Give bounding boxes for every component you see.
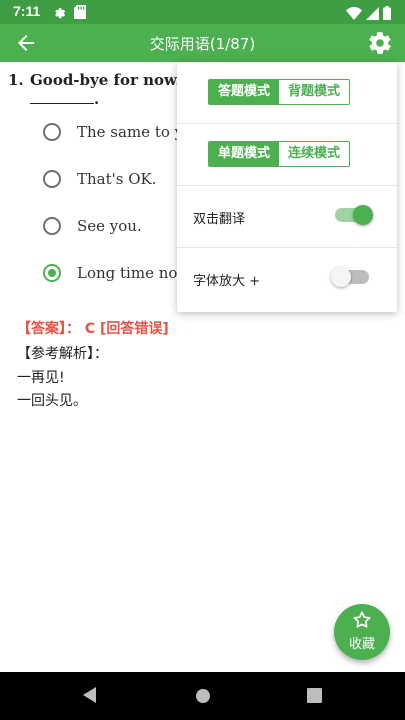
gear-icon bbox=[52, 4, 66, 23]
nav-home-button[interactable] bbox=[195, 688, 211, 708]
single-question-button[interactable]: 单题模式 bbox=[209, 142, 279, 166]
favorite-label: 收藏 bbox=[348, 637, 375, 652]
status-bar: 7:11 bbox=[0, 0, 405, 24]
font-enlarge-label: 字体放大 + bbox=[193, 274, 261, 289]
option-d[interactable]: Long time no bbox=[43, 260, 177, 286]
settings-button[interactable] bbox=[367, 30, 393, 56]
question-flow-toggle: 单题模式 连续模式 bbox=[208, 141, 350, 167]
answer-result: 【答案】： C [回答错误] bbox=[17, 321, 169, 337]
app-bar: 交际用语(1/87) bbox=[0, 24, 405, 62]
question-blank: . bbox=[30, 90, 99, 108]
battery-icon bbox=[383, 5, 391, 24]
double-tap-translate-row[interactable]: 双击翻译 bbox=[177, 186, 397, 248]
continuous-mode-button[interactable]: 连续模式 bbox=[279, 142, 349, 166]
option-label: See you. bbox=[77, 217, 142, 235]
favorite-button[interactable]: 收藏 bbox=[334, 604, 390, 660]
option-b[interactable]: That's OK. bbox=[43, 166, 157, 192]
wifi-icon bbox=[346, 5, 362, 24]
recite-mode-button[interactable]: 背题模式 bbox=[279, 80, 349, 104]
status-time: 7:11 bbox=[13, 3, 41, 19]
radio-button[interactable] bbox=[43, 170, 61, 188]
option-label: That's OK. bbox=[77, 170, 157, 188]
question-stem: Good-bye for now. bbox=[30, 71, 181, 89]
analysis-line: 一再见! bbox=[17, 370, 65, 386]
settings-menu: 答题模式 背题模式 单题模式 连续模式 双击翻译 字体放大 + bbox=[177, 62, 397, 312]
circle-home-icon bbox=[196, 689, 210, 703]
sd-card-icon bbox=[74, 4, 86, 23]
signal-icon bbox=[366, 5, 379, 24]
double-tap-translate-switch[interactable] bbox=[335, 205, 373, 225]
answer-mode-button[interactable]: 答题模式 bbox=[209, 80, 279, 104]
font-enlarge-switch[interactable] bbox=[331, 267, 369, 287]
triangle-back-icon bbox=[83, 687, 96, 703]
question-flow-row: 单题模式 连续模式 bbox=[177, 124, 397, 186]
blank-suffix: . bbox=[94, 90, 100, 108]
font-enlarge-row[interactable]: 字体放大 + bbox=[177, 248, 397, 310]
navigation-bar bbox=[0, 672, 405, 720]
square-recents-icon bbox=[307, 688, 322, 703]
analysis-title: 【参考解析】： bbox=[17, 346, 108, 362]
answer-mode-row: 答题模式 背题模式 bbox=[177, 62, 397, 124]
switch-knob bbox=[331, 267, 351, 287]
option-c[interactable]: See you. bbox=[43, 213, 142, 239]
page-title: 交际用语(1/87) bbox=[149, 35, 256, 53]
answer-mode-toggle: 答题模式 背题模式 bbox=[208, 79, 350, 105]
blank-line bbox=[30, 90, 94, 104]
double-tap-translate-label: 双击翻译 bbox=[193, 212, 246, 227]
option-a[interactable]: The same to y bbox=[43, 119, 183, 145]
option-label: The same to y bbox=[77, 123, 184, 141]
star-icon bbox=[352, 610, 372, 634]
nav-back-button[interactable] bbox=[82, 686, 98, 708]
radio-button[interactable] bbox=[43, 217, 61, 235]
gear-icon bbox=[369, 32, 391, 54]
nav-recents-button[interactable] bbox=[307, 688, 322, 707]
question-text: 1. Good-bye for now. bbox=[8, 71, 181, 89]
radio-button-selected[interactable] bbox=[43, 264, 61, 282]
analysis-line: 一回头见。 bbox=[17, 393, 87, 409]
switch-knob bbox=[353, 205, 373, 225]
question-number: 1. bbox=[8, 71, 24, 89]
radio-button[interactable] bbox=[43, 123, 61, 141]
option-label: Long time no bbox=[77, 264, 178, 282]
